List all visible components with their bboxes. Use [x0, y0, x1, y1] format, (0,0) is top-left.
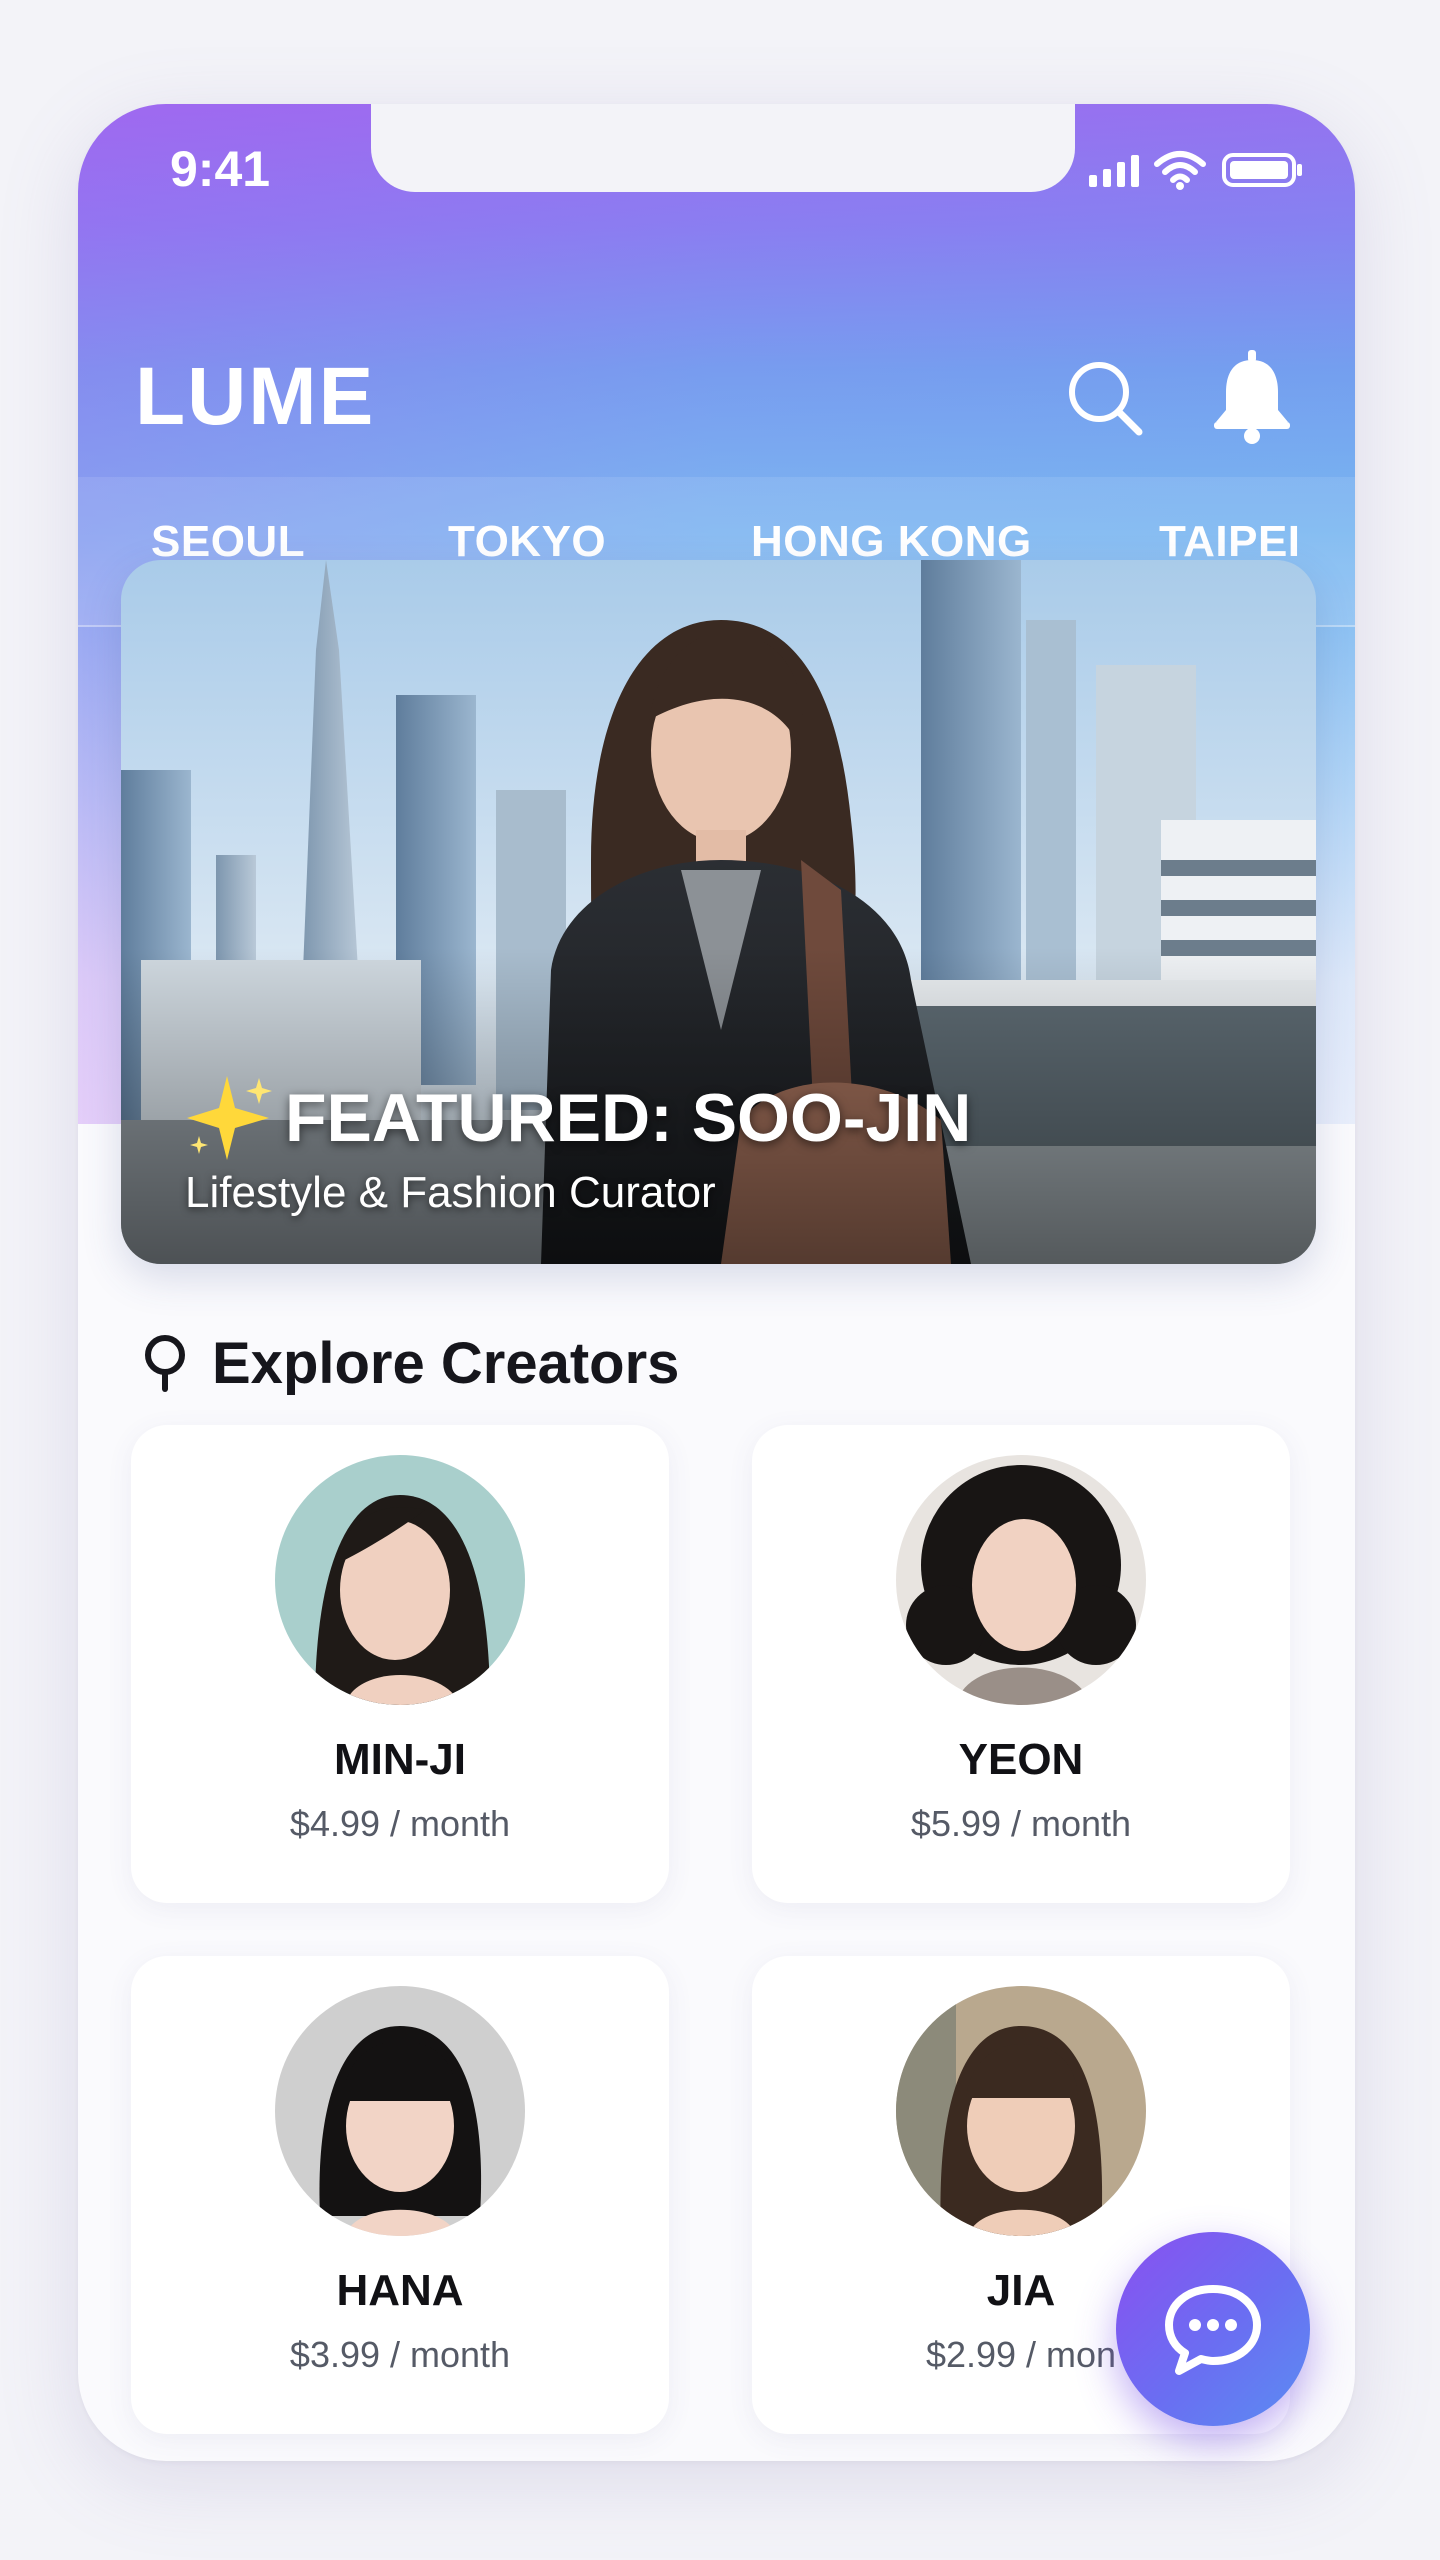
location-pin-icon [145, 1334, 185, 1392]
avatar [896, 1986, 1146, 2236]
creator-card-yeon[interactable]: YEON $5.99 / month [752, 1425, 1290, 1903]
creator-card-min-ji[interactable]: MIN-JI $4.99 / month [131, 1425, 669, 1903]
creator-name: YEON [958, 1735, 1084, 1784]
creator-price: $4.99 / month [289, 1803, 511, 1844]
battery-icon [1222, 153, 1302, 187]
creator-name: MIN-JI [334, 1735, 466, 1784]
signal-icon [1089, 153, 1139, 187]
creator-price: $3.99 / month [289, 2334, 511, 2375]
featured-title-text: FEATURED: SOO-JIN [285, 1080, 972, 1156]
avatar [896, 1455, 1146, 1705]
status-icons [1089, 150, 1305, 190]
explore-creators-heading: Explore Creators [140, 1330, 679, 1397]
app-logo: LUME [135, 351, 376, 442]
featured-creator-card[interactable]: FEATURED: SOO-JIN Lifestyle & Fashion Cu… [121, 560, 1316, 1264]
search-icon [1069, 362, 1143, 436]
app-screen: 9:41 LUME SEOUL TOKYO HONG KONG TAIPEI F… [78, 104, 1355, 2461]
notifications-button[interactable] [1208, 348, 1292, 444]
avatar [275, 1455, 525, 1705]
creator-price: $5.99 / month [910, 1803, 1132, 1844]
featured-title: FEATURED: SOO-JIN [181, 1070, 971, 1166]
creator-name: HANA [336, 2266, 464, 2315]
sparkle-icon [187, 1076, 272, 1160]
chat-icon [1165, 2285, 1261, 2375]
section-title: Explore Creators [212, 1331, 680, 1396]
status-time: 9:41 [170, 141, 271, 197]
featured-subtitle: Lifestyle & Fashion Curator [185, 1168, 716, 1217]
creator-card-hana[interactable]: HANA $3.99 / month [131, 1956, 669, 2434]
bell-icon [1214, 350, 1290, 444]
device-notch [371, 104, 1075, 192]
search-button[interactable] [1063, 356, 1147, 440]
avatar [275, 1986, 525, 2236]
wifi-icon [1154, 151, 1206, 190]
chat-button[interactable] [1116, 2232, 1310, 2426]
